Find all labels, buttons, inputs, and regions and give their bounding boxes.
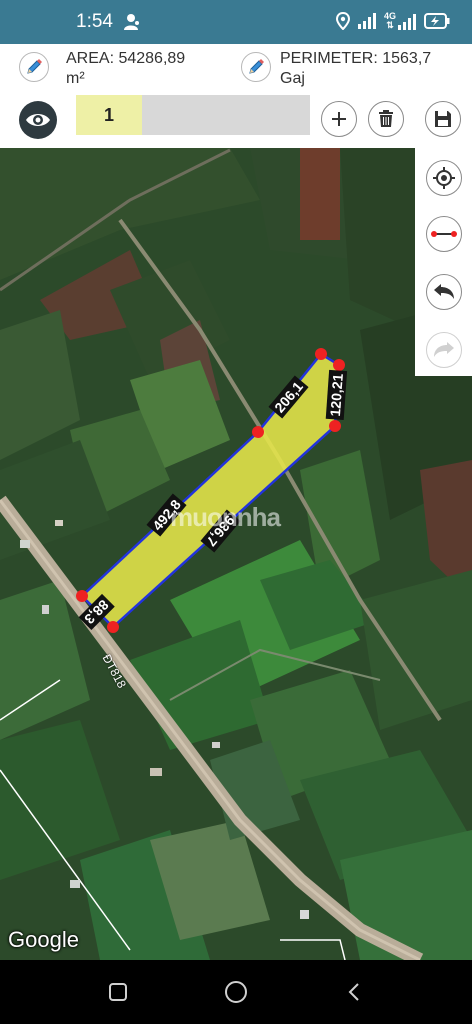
- google-attribution: Google: [8, 927, 79, 952]
- measure-line-icon: [431, 231, 457, 237]
- measure-line-button[interactable]: [426, 216, 462, 252]
- home-icon: [225, 981, 247, 1003]
- map-tools-panel: [415, 148, 472, 376]
- pencil-icon: [249, 59, 264, 74]
- redo-icon: [434, 342, 454, 357]
- measurement-toolbar: AREA: 54286,89 m² PERIMETER: 1563,7 Gaj …: [0, 44, 472, 148]
- save-icon: [435, 111, 451, 127]
- vertex-marker[interactable]: [76, 590, 88, 602]
- area-unit: m²: [66, 70, 85, 87]
- layer-name: 1: [103, 105, 114, 125]
- back-icon: [348, 983, 359, 1001]
- perimeter-unit: Gaj: [280, 70, 305, 87]
- vertex-marker[interactable]: [333, 359, 345, 371]
- perimeter-readout: PERIMETER: 1563,7 Gaj: [280, 49, 431, 89]
- data-arrows-icon: ⇅: [386, 20, 394, 30]
- my-location-button[interactable]: [426, 160, 462, 196]
- person-icon: [124, 14, 139, 30]
- vertex-marker[interactable]: [329, 420, 341, 432]
- redo-button[interactable]: [426, 332, 462, 368]
- status-bar: 1:54 4G ⇅: [0, 0, 472, 44]
- watermark: muonnha: [170, 502, 281, 532]
- area-value: AREA: 54286,89: [66, 50, 186, 67]
- save-button[interactable]: [425, 101, 461, 137]
- satellite-map[interactable]: 206,1 120,21 492,8 936,7 88,3: [0, 148, 472, 960]
- home-button[interactable]: [224, 980, 248, 1004]
- system-nav-bar: [0, 960, 472, 1024]
- my-location-icon: [433, 167, 455, 189]
- layer-name-field[interactable]: 1: [76, 95, 310, 135]
- delete-button[interactable]: [368, 101, 404, 137]
- edit-area-button[interactable]: [19, 52, 49, 82]
- undo-button[interactable]: [426, 274, 462, 310]
- vertex-marker[interactable]: [315, 348, 327, 360]
- status-time: 1:54: [76, 11, 113, 32]
- trash-icon: [379, 110, 393, 127]
- edge-length-label: 120,21: [325, 370, 348, 420]
- area-readout: AREA: 54286,89 m²: [66, 49, 185, 89]
- undo-icon: [434, 284, 454, 299]
- satellite-imagery: [0, 148, 472, 960]
- signal-icon: [357, 13, 376, 29]
- battery-charging-icon: [424, 13, 450, 29]
- back-button[interactable]: [342, 980, 366, 1004]
- status-icons: 4G ⇅: [335, 12, 450, 30]
- location-icon: [335, 12, 350, 30]
- plus-icon: [332, 112, 346, 126]
- pencil-icon: [27, 59, 42, 74]
- perimeter-value: PERIMETER: 1563,7: [280, 50, 432, 67]
- recent-apps-icon: [109, 983, 127, 1001]
- vertex-marker[interactable]: [252, 426, 264, 438]
- eye-icon: [26, 114, 50, 126]
- add-layer-button[interactable]: [321, 101, 357, 137]
- 4g-signal-icon: 4G ⇅: [384, 12, 416, 30]
- recent-apps-button[interactable]: [106, 980, 130, 1004]
- edit-perimeter-button[interactable]: [241, 52, 271, 82]
- vertex-marker[interactable]: [107, 621, 119, 633]
- visibility-toggle-button[interactable]: [19, 101, 57, 139]
